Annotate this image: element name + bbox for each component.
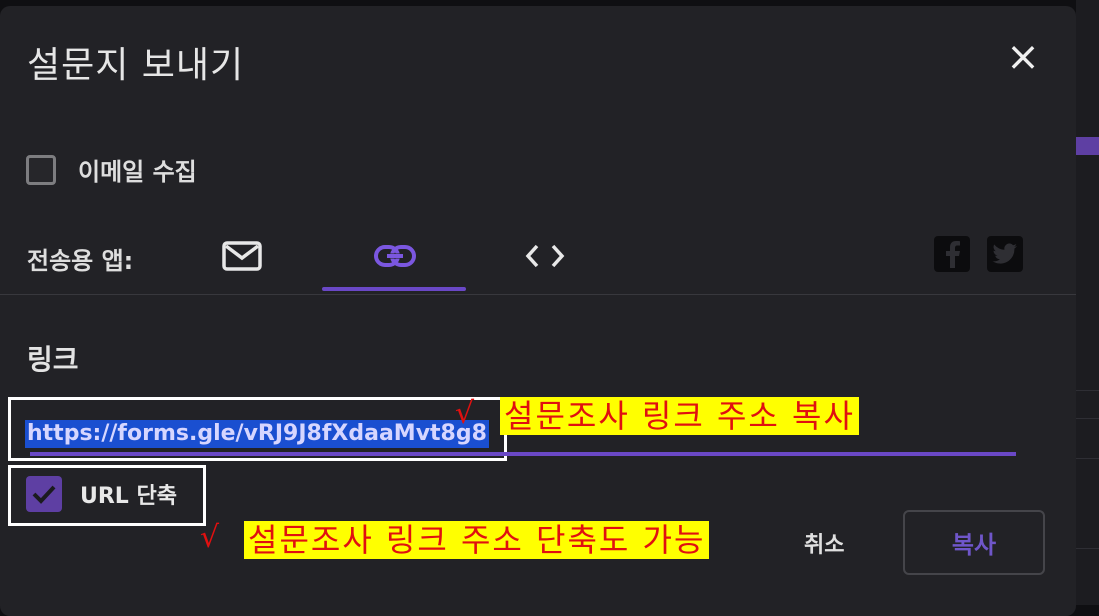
annotation-checkmark: √	[455, 396, 475, 431]
background-divider	[1076, 458, 1099, 459]
background-page-edge	[1076, 0, 1099, 605]
facebook-icon[interactable]	[934, 236, 970, 272]
close-icon[interactable]: ×	[1002, 36, 1044, 78]
checkmark-icon	[32, 485, 56, 504]
collect-email-checkbox[interactable]	[26, 154, 56, 185]
shorten-url-checkbox[interactable]	[26, 476, 62, 512]
link-url-underline	[30, 452, 1016, 456]
tab-email[interactable]	[212, 226, 272, 286]
code-icon	[525, 244, 565, 268]
annotation-copy-note: 설문조사 링크 주소 복사	[500, 397, 859, 435]
collect-email-row: 이메일 수집	[26, 152, 197, 187]
link-icon	[374, 245, 416, 267]
tab-embed[interactable]	[514, 226, 576, 286]
link-url-field[interactable]: https://forms.gle/vRJ9J8fXdaaMvt8g8	[25, 420, 489, 448]
tab-link[interactable]	[364, 226, 426, 286]
background-divider	[1076, 418, 1099, 419]
background-accent-bar	[1076, 137, 1099, 155]
shorten-url-label: URL 단축	[80, 484, 177, 509]
background-divider	[1076, 548, 1099, 549]
cancel-button[interactable]: 취소	[804, 527, 844, 559]
link-heading: 링크	[27, 343, 79, 376]
dialog-title: 설문지 보내기	[27, 45, 245, 86]
header-divider	[0, 294, 1076, 295]
envelope-icon	[222, 241, 262, 271]
copy-button[interactable]: 복사	[903, 510, 1045, 575]
twitter-icon[interactable]	[987, 236, 1023, 272]
background-divider	[1076, 390, 1099, 391]
annotation-shorten-note: 설문조사 링크 주소 단축도 가능	[244, 521, 710, 559]
annotation-checkmark: √	[200, 520, 220, 555]
collect-email-label: 이메일 수집	[78, 158, 197, 186]
send-via-label: 전송용 앱:	[27, 247, 134, 275]
selected-tab-indicator	[322, 287, 466, 291]
